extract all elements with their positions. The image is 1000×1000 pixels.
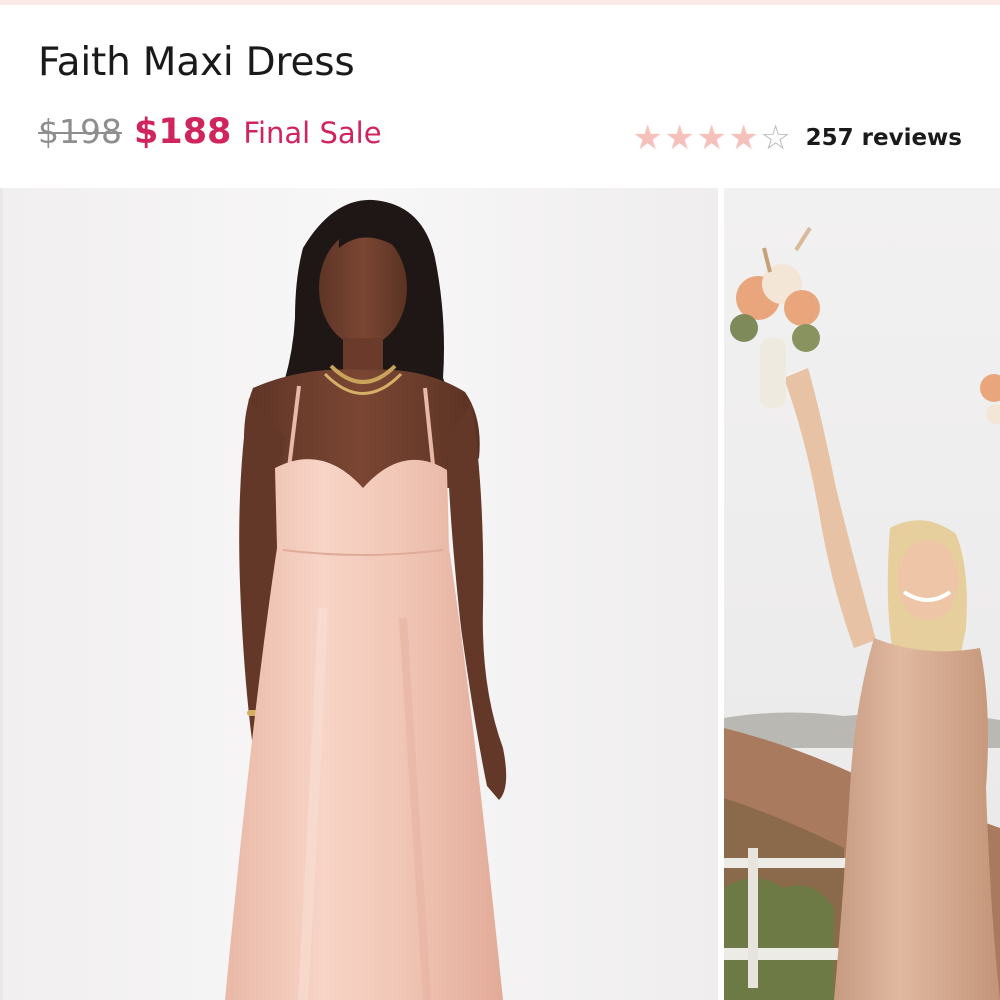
final-sale-label: Final Sale	[243, 116, 382, 150]
product-gallery[interactable]	[0, 188, 1000, 1000]
reviews-link[interactable]: 257 reviews	[806, 125, 962, 151]
star-icon: ★	[632, 118, 663, 158]
gallery-image-model-front[interactable]	[0, 188, 718, 1000]
star-outline-icon: ☆	[760, 118, 791, 158]
product-title: Faith Maxi Dress	[38, 40, 355, 85]
price-row: $198 $188 Final Sale	[38, 112, 382, 162]
original-price: $198	[38, 112, 122, 151]
star-icon: ★	[664, 118, 695, 158]
star-icon: ★	[696, 118, 727, 158]
bridesmaid-outdoor-photo	[724, 188, 1000, 1000]
sale-price: $188	[133, 112, 232, 152]
top-strip	[0, 0, 1000, 5]
star-rating: ★ ★ ★ ★ ☆	[632, 121, 792, 155]
star-icon: ★	[728, 118, 759, 158]
model-front-photo	[3, 188, 718, 1000]
gallery-image-bridesmaid-bouquet[interactable]	[724, 188, 1000, 1000]
rating-summary[interactable]: ★ ★ ★ ★ ☆ 257 reviews	[632, 118, 962, 158]
